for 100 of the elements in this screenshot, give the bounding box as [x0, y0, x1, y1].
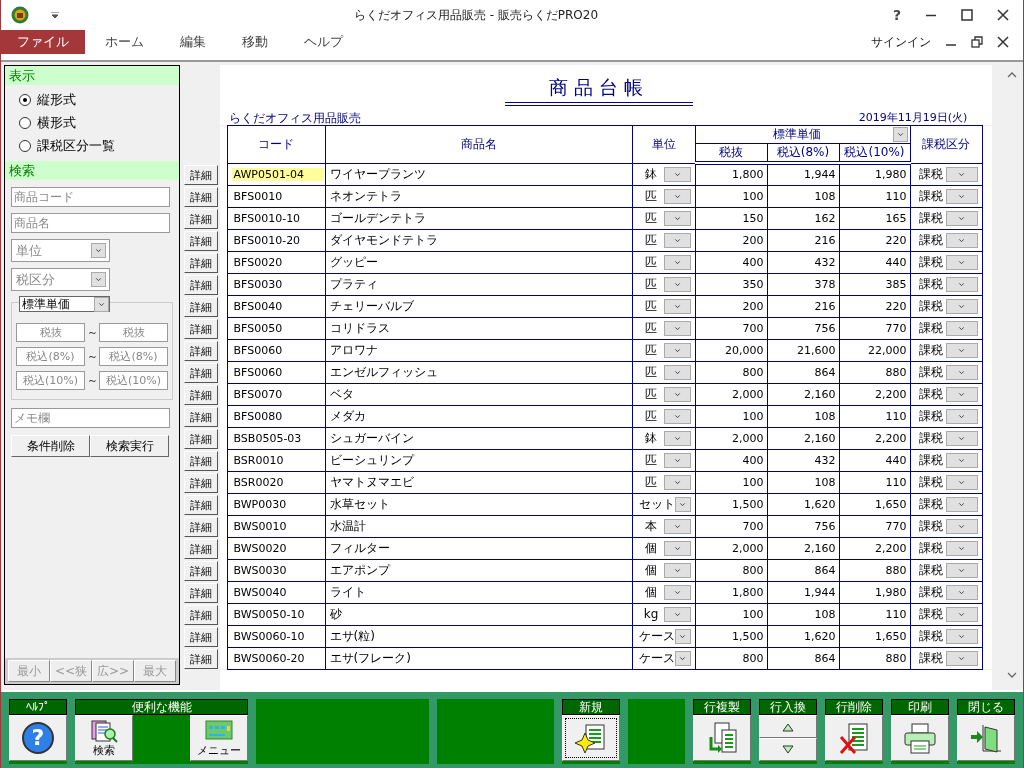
dropdown-button[interactable]	[946, 342, 978, 358]
dropdown-cell[interactable]: 課税	[910, 495, 982, 513]
dropdown-cell[interactable]: 課税	[910, 605, 982, 623]
move-down-button[interactable]	[759, 738, 817, 761]
dropdown-button[interactable]	[946, 166, 978, 182]
detail-button[interactable]: 詳細	[184, 385, 218, 405]
input-field[interactable]: 税抜	[99, 323, 168, 342]
dropdown-cell[interactable]: 課税	[910, 561, 982, 579]
dropdown-button[interactable]	[946, 496, 978, 512]
dropdown-cell[interactable]: 個	[632, 583, 695, 601]
dropdown-cell[interactable]: 課税	[910, 363, 982, 381]
dropdown-button[interactable]	[946, 386, 978, 402]
dropdown-cell[interactable]: 課税	[910, 297, 982, 315]
dropdown-button[interactable]	[892, 127, 908, 142]
detail-button[interactable]: 詳細	[184, 341, 218, 361]
dropdown-cell[interactable]: 課税	[910, 209, 982, 227]
detail-button[interactable]: 詳細	[184, 187, 218, 207]
toolbar-button[interactable]	[561, 715, 620, 761]
table-cell[interactable]: AWP0501-04	[231, 167, 324, 181]
dropdown-field[interactable]: 単位	[11, 239, 110, 262]
input-field[interactable]: 税込(10%)	[99, 371, 168, 390]
dropdown-button[interactable]	[663, 518, 691, 534]
dropdown-button[interactable]	[946, 452, 978, 468]
dropdown-cell[interactable]: ケース	[632, 649, 695, 667]
help-button[interactable]: ?	[9, 715, 67, 761]
dropdown-cell[interactable]: 匹	[632, 385, 695, 403]
menu-tab[interactable]: ホーム	[89, 30, 160, 54]
dropdown-button[interactable]	[946, 364, 978, 380]
dropdown-cell[interactable]: 匹	[632, 187, 695, 205]
sign-in-link[interactable]: サインイン	[871, 33, 931, 51]
dropdown-field[interactable]: 標準単価	[19, 296, 110, 312]
dropdown-cell[interactable]: 課税	[910, 583, 982, 601]
dropdown-cell[interactable]: 課税	[910, 275, 982, 293]
detail-button[interactable]: 詳細	[184, 649, 218, 669]
dropdown-button[interactable]	[674, 650, 691, 666]
dropdown-cell[interactable]: 課税	[910, 517, 982, 535]
action-button[interactable]: 検索実行	[90, 435, 169, 457]
dropdown-button[interactable]	[946, 430, 978, 446]
menu-tab[interactable]: 編集	[164, 30, 222, 54]
detail-button[interactable]: 詳細	[184, 429, 218, 449]
detail-button[interactable]: 詳細	[184, 407, 218, 427]
detail-button[interactable]: 詳細	[184, 517, 218, 537]
toolbar-button[interactable]: 検索	[75, 715, 133, 761]
dropdown-button[interactable]	[663, 540, 691, 556]
dropdown-field[interactable]: 税区分	[11, 268, 110, 291]
dropdown-button[interactable]	[91, 272, 106, 287]
dropdown-button[interactable]	[946, 408, 978, 424]
dropdown-button[interactable]	[946, 232, 978, 248]
dropdown-cell[interactable]: 課税	[910, 341, 982, 359]
dropdown-cell[interactable]: 課税	[910, 649, 982, 667]
dropdown-button[interactable]	[946, 562, 978, 578]
detail-button[interactable]: 詳細	[184, 319, 218, 339]
detail-button[interactable]: 詳細	[184, 627, 218, 647]
move-up-button[interactable]	[759, 715, 817, 738]
action-button[interactable]: 条件削除	[11, 435, 90, 457]
close-icon[interactable]	[997, 9, 1009, 21]
dropdown-button[interactable]	[663, 408, 691, 424]
input-field[interactable]: 税込(8%)	[99, 347, 168, 366]
dropdown-cell[interactable]: 課税	[910, 319, 982, 337]
dropdown-cell[interactable]: 匹	[632, 407, 695, 425]
dropdown-cell[interactable]: 課税	[910, 253, 982, 271]
detail-button[interactable]: 詳細	[184, 605, 218, 625]
dropdown-button[interactable]	[663, 364, 691, 380]
dropdown-button[interactable]	[674, 496, 691, 512]
dropdown-cell[interactable]: 本	[632, 517, 695, 535]
detail-button[interactable]: 詳細	[184, 297, 218, 317]
detail-button[interactable]: 詳細	[184, 473, 218, 493]
dropdown-cell[interactable]: 匹	[632, 451, 695, 469]
dropdown-button[interactable]	[663, 188, 691, 204]
dropdown-button[interactable]	[946, 320, 978, 336]
dropdown-button[interactable]	[663, 584, 691, 600]
radio-option[interactable]: 縦形式	[19, 91, 179, 109]
dropdown-button[interactable]	[946, 584, 978, 600]
dropdown-button[interactable]	[946, 188, 978, 204]
dropdown-cell[interactable]: 個	[632, 539, 695, 557]
dropdown-button[interactable]	[946, 540, 978, 556]
dropdown-button[interactable]	[946, 254, 978, 270]
dropdown-button[interactable]	[663, 606, 691, 622]
input-field[interactable]: 税込(10%)	[16, 371, 85, 390]
dropdown-cell[interactable]: セット	[632, 495, 695, 513]
input-field[interactable]: 商品名	[11, 213, 170, 233]
dropdown-button[interactable]	[946, 606, 978, 622]
detail-button[interactable]: 詳細	[184, 209, 218, 229]
input-field[interactable]: メモ欄	[11, 408, 170, 428]
dropdown-cell[interactable]: 匹	[632, 319, 695, 337]
dropdown-button[interactable]	[663, 320, 691, 336]
dropdown-cell[interactable]: 課税	[910, 451, 982, 469]
dropdown-cell[interactable]: 課税	[910, 473, 982, 491]
dropdown-button[interactable]	[946, 210, 978, 226]
maximize-icon[interactable]	[961, 9, 973, 21]
dropdown-cell[interactable]: 課税	[910, 429, 982, 447]
detail-button[interactable]: 詳細	[184, 539, 218, 559]
dropdown-cell[interactable]: 個	[632, 561, 695, 579]
dropdown-cell[interactable]: 課税	[910, 539, 982, 557]
dropdown-button[interactable]	[663, 474, 691, 490]
dropdown-cell[interactable]: 匹	[632, 231, 695, 249]
dropdown-button[interactable]	[946, 628, 978, 644]
dropdown-cell[interactable]: 課税	[910, 187, 982, 205]
dropdown-arrow-icon[interactable]	[51, 12, 59, 18]
dropdown-button[interactable]	[663, 298, 691, 314]
